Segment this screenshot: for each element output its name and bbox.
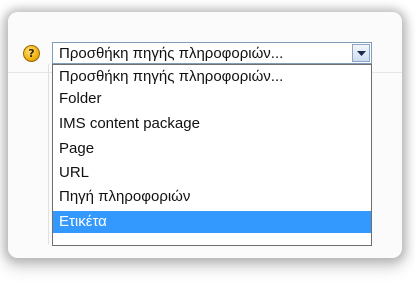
dropdown-option-ims-content-package[interactable]: IMS content package xyxy=(53,113,371,135)
chevron-down-icon-shape xyxy=(357,51,366,56)
help-icon[interactable]: ? xyxy=(23,45,40,62)
select-dropdown-list: Προσθήκη πηγής πληροφοριών... Folder IMS… xyxy=(52,64,372,246)
dropdown-option-label[interactable]: Ετικέτα xyxy=(53,211,371,233)
dropdown-option-add-resource[interactable]: Προσθήκη πηγής πληροφοριών... xyxy=(53,66,371,88)
panel-background: ? Προσθήκη πηγής πληροφοριών... Προσθήκη… xyxy=(8,12,402,258)
screenshot-stage: ? Προσθήκη πηγής πληροφοριών... Προσθήκη… xyxy=(0,0,415,291)
panel-card: ? Προσθήκη πηγής πληροφοριών... Προσθήκη… xyxy=(8,12,402,258)
help-icon-glyph: ? xyxy=(28,47,35,60)
dropdown-option-url[interactable]: URL xyxy=(53,162,371,184)
select-current-value: Προσθήκη πηγής πληροφοριών... xyxy=(59,45,284,62)
dropdown-option-folder[interactable]: Folder xyxy=(53,88,371,110)
dropdown-option-resource[interactable]: Πηγή πληροφοριών xyxy=(53,186,371,208)
chevron-down-icon[interactable] xyxy=(352,44,370,62)
divider xyxy=(48,64,49,244)
add-resource-select[interactable]: Προσθήκη πηγής πληροφοριών... xyxy=(52,42,372,64)
dropdown-option-page[interactable]: Page xyxy=(53,138,371,160)
